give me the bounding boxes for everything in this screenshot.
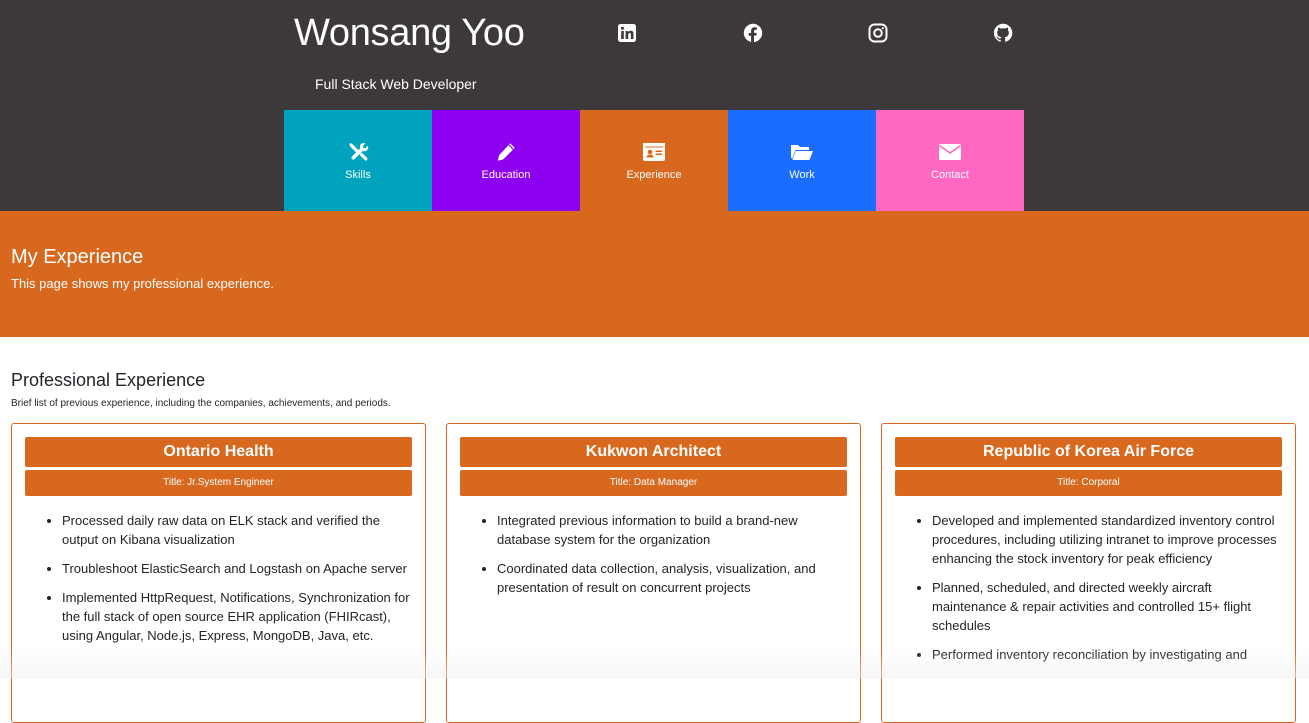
list-item: Troubleshoot ElasticSearch and Logstash … — [62, 559, 412, 578]
site-name[interactable]: Wonsang Yoo — [294, 12, 525, 55]
card-job-title: Title: Jr.System Engineer — [25, 470, 412, 496]
site-header: Wonsang Yoo Full Stack Web Developer Ski… — [0, 0, 1309, 211]
nav-experience-label: Experience — [626, 169, 682, 181]
card-job-title: Title: Data Manager — [460, 470, 847, 496]
card-achievements: Processed daily raw data on ELK stack an… — [25, 511, 412, 645]
nav-work-label: Work — [789, 169, 815, 181]
site-subtitle: Full Stack Web Developer — [315, 76, 477, 92]
experience-card-kukwon-architect: Kukwon Architect Title: Data Manager Int… — [446, 423, 861, 723]
instagram-link[interactable] — [867, 22, 889, 44]
nav-skills[interactable]: Skills — [284, 110, 432, 211]
list-item: Developed and implemented standardized i… — [932, 511, 1282, 568]
page-description: This page shows my professional experien… — [11, 276, 275, 291]
facebook-link[interactable] — [742, 22, 764, 44]
instagram-icon — [868, 23, 888, 43]
github-icon — [993, 23, 1013, 43]
nav-experience[interactable]: Experience — [580, 110, 728, 211]
nav-skills-label: Skills — [345, 169, 371, 181]
id-card-icon — [642, 141, 666, 163]
envelope-icon — [938, 141, 962, 163]
nav-education[interactable]: Education — [432, 110, 580, 211]
nav-work[interactable]: Work — [728, 110, 876, 211]
linkedin-icon — [617, 23, 637, 43]
page-title: My Experience — [11, 246, 144, 268]
card-company: Kukwon Architect — [460, 437, 847, 467]
folder-open-icon — [790, 141, 814, 163]
linkedin-link[interactable] — [616, 22, 638, 44]
nav-contact[interactable]: Contact — [876, 110, 1024, 211]
section-subtitle: Brief list of previous experience, inclu… — [11, 398, 391, 409]
list-item: Coordinated data collection, analysis, v… — [497, 559, 847, 597]
list-item: Implemented HttpRequest, Notifications, … — [62, 588, 412, 645]
page-banner: My Experience This page shows my profess… — [0, 211, 1309, 337]
list-item: Processed daily raw data on ELK stack an… — [62, 511, 412, 549]
pencil-icon — [494, 141, 518, 163]
list-item: Planned, scheduled, and directed weekly … — [932, 578, 1282, 635]
experience-card-rok-air-force: Republic of Korea Air Force Title: Corpo… — [881, 423, 1296, 723]
list-item: Integrated previous information to build… — [497, 511, 847, 549]
card-achievements: Integrated previous information to build… — [460, 511, 847, 597]
nav-education-label: Education — [481, 169, 531, 181]
nav-contact-label: Contact — [931, 169, 969, 181]
card-achievements: Developed and implemented standardized i… — [895, 511, 1282, 664]
section-title: Professional Experience — [11, 370, 206, 390]
github-link[interactable] — [992, 22, 1014, 44]
facebook-icon — [743, 23, 763, 43]
experience-card-ontario-health: Ontario Health Title: Jr.System Engineer… — [11, 423, 426, 723]
tools-icon — [346, 141, 370, 163]
list-item: Performed inventory reconciliation by in… — [932, 645, 1282, 664]
card-job-title: Title: Corporal — [895, 470, 1282, 496]
card-company: Republic of Korea Air Force — [895, 437, 1282, 467]
card-company: Ontario Health — [25, 437, 412, 467]
main-nav: Skills Education Experience Work Contact — [284, 110, 1024, 211]
